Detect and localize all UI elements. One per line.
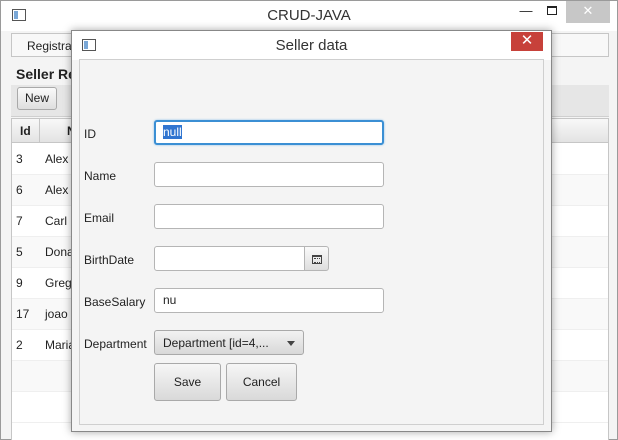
department-combobox[interactable]: Department [id=4,... bbox=[154, 330, 304, 355]
name-label: Name bbox=[84, 169, 117, 183]
seller-form: ID null Name Email BirthDate BaseSalary … bbox=[79, 59, 544, 425]
cell-id: 9 bbox=[16, 276, 23, 290]
maximize-button[interactable] bbox=[537, 1, 567, 23]
main-titlebar: CRUD-JAVA — ✕ bbox=[1, 1, 617, 31]
cell-name: Dona bbox=[45, 245, 74, 259]
email-field[interactable] bbox=[154, 204, 384, 229]
department-selected-value: Department [id=4,... bbox=[163, 336, 269, 350]
date-picker-button[interactable] bbox=[304, 246, 329, 271]
cell-id: 17 bbox=[16, 307, 30, 321]
column-divider bbox=[39, 119, 40, 143]
base-salary-label: BaseSalary bbox=[84, 295, 146, 309]
seller-data-dialog: Seller data ✕ ID null Name Email BirthDa… bbox=[71, 30, 552, 432]
calendar-icon bbox=[312, 255, 322, 264]
menu-registration[interactable]: Registrat bbox=[27, 39, 75, 53]
cell-id: 2 bbox=[16, 338, 23, 352]
maximize-icon bbox=[547, 6, 557, 15]
email-label: Email bbox=[84, 211, 115, 225]
cell-name: joao bbox=[45, 307, 68, 321]
cell-name: Alex bbox=[45, 152, 69, 166]
dialog-title: Seller data bbox=[275, 37, 348, 54]
new-button[interactable]: New bbox=[17, 87, 57, 110]
column-header-id[interactable]: Id bbox=[20, 124, 31, 138]
save-button[interactable]: Save bbox=[154, 363, 221, 401]
birthdate-label: BirthDate bbox=[84, 253, 135, 267]
department-label: Department bbox=[84, 337, 147, 351]
cell-name: Greg bbox=[45, 276, 72, 290]
dialog-titlebar: Seller data ✕ bbox=[72, 31, 551, 60]
cell-id: 3 bbox=[16, 152, 23, 166]
cell-id: 6 bbox=[16, 183, 23, 197]
cell-name: Alex bbox=[45, 183, 69, 197]
birthdate-field[interactable] bbox=[154, 246, 305, 271]
id-label: ID bbox=[84, 127, 96, 141]
id-field-value: null bbox=[163, 125, 182, 139]
id-field[interactable]: null bbox=[154, 120, 384, 145]
dropdown-arrow-icon bbox=[287, 341, 295, 346]
cell-id: 5 bbox=[16, 245, 23, 259]
close-window-button[interactable]: ✕ bbox=[566, 1, 610, 23]
section-title: Seller Re bbox=[16, 66, 76, 82]
dialog-close-button[interactable]: ✕ bbox=[511, 32, 543, 51]
name-field[interactable] bbox=[154, 162, 384, 187]
cell-id: 7 bbox=[16, 214, 23, 228]
cancel-button[interactable]: Cancel bbox=[226, 363, 297, 401]
base-salary-field[interactable]: nu bbox=[154, 288, 384, 313]
